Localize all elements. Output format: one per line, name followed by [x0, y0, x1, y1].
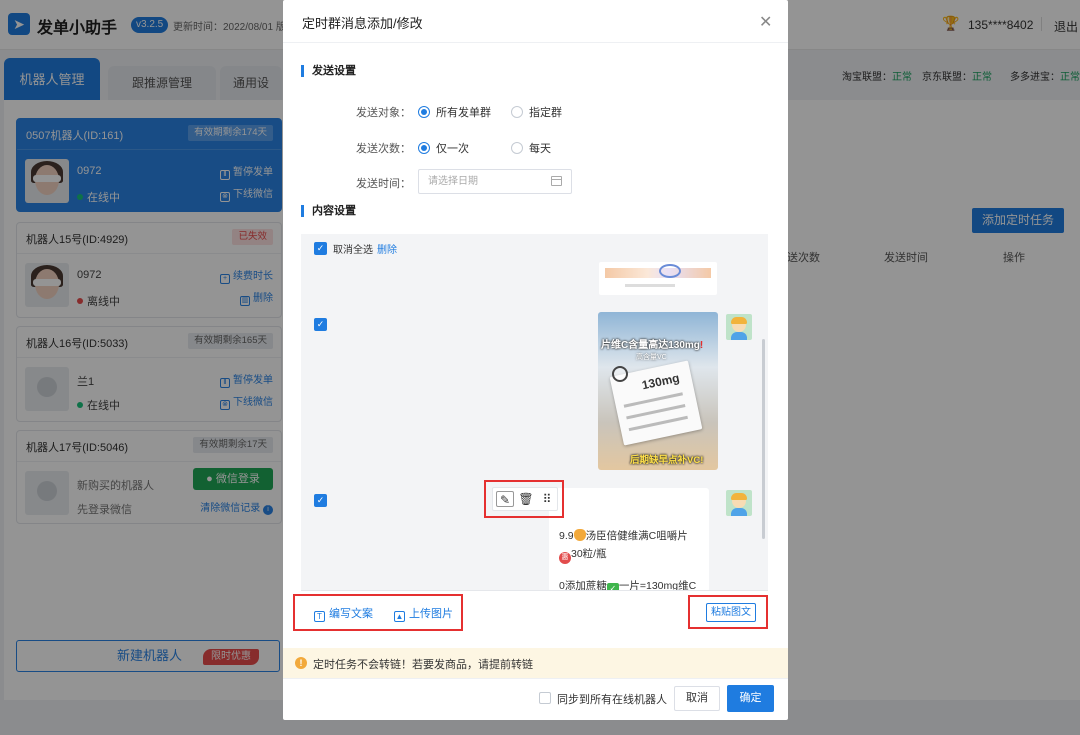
avatar [726, 314, 752, 340]
message-text-bubble[interactable]: 9.9 汤臣倍健维满C咀嚼片 惠 30粒/瓶 0添加蔗糖 ✓ 一片=130mg维C [549, 488, 709, 592]
magnifier-graphic [612, 366, 628, 382]
radio-specific-group[interactable]: 指定群 [511, 104, 562, 120]
message-line: 9.9 汤臣倍健维满C咀嚼片 [559, 529, 688, 542]
modal-title: 定时群消息添加/修改 [302, 16, 423, 31]
message-toolbar: ✎ 🗑 ⠿ [492, 487, 558, 511]
paste-button[interactable]: 粘贴图文 [706, 603, 756, 622]
upload-image-button[interactable]: ▲ 上传图片 [394, 605, 453, 622]
radio-once[interactable]: 仅一次 [418, 140, 469, 156]
image-icon: ▲ [394, 611, 405, 622]
confirm-button[interactable]: 确定 [727, 685, 774, 712]
message-checkbox[interactable]: ✓ [314, 494, 327, 507]
message-content-list: ✓ 取消全选 删除 ✓ 片维C含量高达130mg! 高含量VC 130mg 后期… [301, 234, 768, 628]
section-content-settings: 内容设置 [301, 205, 356, 217]
text-icon: T [314, 611, 325, 622]
trash-icon[interactable]: 🗑 [517, 491, 535, 507]
content-toolbar: T 编写文案 ▲ 上传图片 粘贴图文 [293, 590, 768, 631]
write-copy-button[interactable]: T 编写文案 [314, 605, 373, 622]
radio-daily[interactable]: 每天 [511, 140, 551, 156]
message-image[interactable]: 片维C含量高达130mg! 高含量VC 130mg 后期缺早点补VC! [598, 312, 718, 470]
warning-icon: ! [295, 657, 307, 669]
highlight-box: 粘贴图文 [688, 595, 768, 629]
image-headline: 片维C含量高达130mg! [601, 340, 704, 351]
scheduled-message-modal: 定时群消息添加/修改 ✕ 发送设置 发送对象： 所有发单群 指定群 发送次数： … [283, 0, 788, 720]
date-picker-input[interactable]: 请选择日期 [418, 169, 572, 194]
time-label: 发送时间： [356, 178, 411, 190]
count-label: 发送次数： [356, 143, 411, 155]
avatar [726, 490, 752, 516]
message-image-thumbnail[interactable] [599, 262, 717, 295]
notice-text: 定时任务不会转链！若要发商品，请提前转链 [313, 659, 533, 671]
message-line: 惠 30粒/瓶 [559, 546, 607, 564]
drag-icon[interactable]: ⠿ [538, 491, 556, 507]
section-send-settings: 发送设置 [301, 65, 356, 77]
highlight-box: ✎ 🗑 ⠿ [484, 480, 564, 518]
calendar-icon [551, 176, 562, 186]
message-checkbox[interactable]: ✓ [314, 318, 327, 331]
close-icon[interactable]: ✕ [759, 12, 772, 32]
scrollbar[interactable] [762, 339, 765, 539]
sync-label[interactable]: 同步到所有在线机器人 [557, 691, 667, 707]
select-all-label[interactable]: 取消全选 [333, 241, 373, 256]
delete-selected-link[interactable]: 删除 [377, 241, 397, 256]
divider [283, 42, 788, 43]
radio-all-groups[interactable]: 所有发单群 [418, 104, 491, 120]
edit-icon[interactable]: ✎ [496, 491, 514, 507]
select-all-checkbox[interactable]: ✓ [314, 242, 327, 255]
divider [283, 678, 788, 679]
image-bottom-caption: 后期缺早点补VC! [630, 455, 704, 466]
cancel-button[interactable]: 取消 [674, 686, 720, 711]
image-subtitle: 高含量VC [636, 354, 667, 361]
target-label: 发送对象： [356, 107, 411, 119]
sync-checkbox[interactable] [539, 692, 551, 704]
warning-notice: ! 定时任务不会转链！若要发商品，请提前转链 [283, 648, 788, 678]
